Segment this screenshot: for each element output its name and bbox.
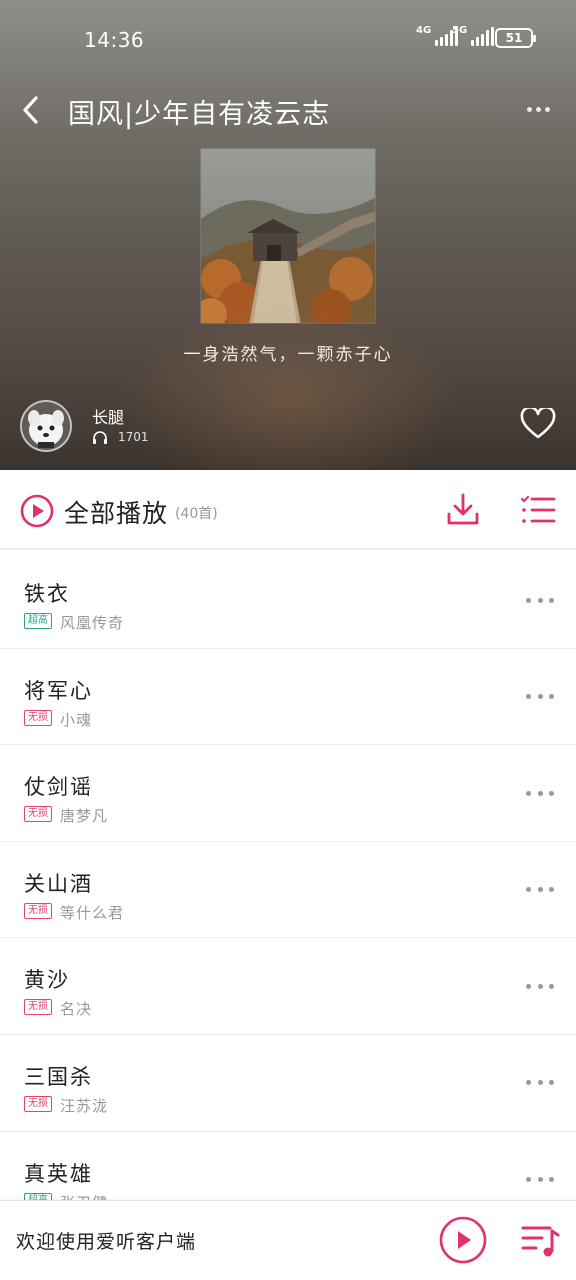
download-icon[interactable] [446, 492, 480, 528]
song-list: 铁衣 超高 风凰传奇 将军心 无损 小魂 仗剑谣 无损 唐梦凡 关山酒 无损 等… [0, 552, 576, 1200]
chevron-left-icon [23, 96, 38, 124]
song-item[interactable]: 黄沙 无损 名决 [0, 938, 576, 1035]
song-item[interactable]: 真英雄 超高 张卫健 [0, 1132, 576, 1200]
more-dots-icon [526, 1080, 531, 1086]
more-button[interactable] [518, 94, 558, 124]
playlist-header: 14:36 4G 5G 51 国风|少年自有凌云志 一身浩然气，一颗赤子心 长腿… [0, 0, 576, 470]
status-time: 14:36 [84, 28, 145, 52]
song-item[interactable]: 三国杀 无损 汪苏泷 [0, 1035, 576, 1132]
song-artist: 名决 [60, 1000, 93, 1019]
play-all-button[interactable]: 全部播放 [64, 494, 168, 530]
status-bar: 14:36 4G 5G 51 [0, 24, 576, 54]
song-title: 铁衣 [24, 582, 70, 606]
creator-avatar[interactable] [20, 400, 72, 452]
song-more-button[interactable] [526, 976, 554, 996]
song-item[interactable]: 将军心 无损 小魂 [0, 649, 576, 746]
more-dots-icon [526, 106, 532, 112]
cover-image [201, 149, 375, 323]
play-all-bar: 全部播放 (40首) [0, 470, 576, 550]
more-dots-icon [526, 694, 531, 700]
song-artist: 风凰传奇 [60, 614, 125, 632]
song-title: 关山酒 [24, 871, 93, 896]
song-title: 黄沙 [24, 968, 70, 993]
battery-icon: 51 [495, 28, 536, 48]
mini-player: 欢迎使用爱听客户端 [0, 1200, 576, 1280]
play-circle-icon[interactable] [438, 1215, 488, 1265]
creator-name[interactable]: 长腿 [92, 404, 124, 428]
signal-5g-icon: 5G [452, 26, 495, 46]
player-status-text: 欢迎使用爱听客户端 [16, 1231, 197, 1253]
listen-count: 1701 [92, 430, 149, 444]
song-more-button[interactable] [526, 783, 554, 803]
nav-bar: 国风|少年自有凌云志 [0, 86, 576, 134]
song-artist: 等什么君 [60, 903, 125, 922]
song-item[interactable]: 铁衣 超高 风凰传奇 [0, 552, 576, 649]
quality-badge: 无损 [24, 806, 52, 823]
song-item[interactable]: 仗剑谣 无损 唐梦凡 [0, 745, 576, 842]
more-dots-icon [526, 887, 531, 893]
back-button[interactable] [14, 90, 48, 130]
heart-icon [520, 406, 556, 439]
quality-badge: 超高 [24, 1192, 52, 1200]
quality-badge: 无损 [24, 999, 52, 1016]
song-artist: 唐梦凡 [60, 807, 109, 826]
checklist-icon[interactable] [520, 494, 556, 526]
headphones-icon [93, 431, 107, 444]
more-dots-icon [526, 1177, 531, 1183]
listen-count-value: 1701 [118, 430, 149, 444]
song-title: 将军心 [24, 678, 93, 703]
music-queue-icon[interactable] [520, 1223, 560, 1259]
more-dots-icon [526, 597, 531, 603]
quality-badge: 无损 [24, 902, 52, 919]
song-more-button[interactable] [526, 1170, 554, 1190]
like-button[interactable] [520, 406, 560, 442]
song-count: (40首) [175, 506, 218, 522]
song-artist: 汪苏泷 [60, 1096, 109, 1115]
playlist-title: 国风|少年自有凌云志 [68, 99, 331, 130]
song-title: 仗剑谣 [24, 775, 93, 800]
quality-badge: 无损 [24, 709, 52, 726]
more-dots-icon [526, 790, 531, 796]
song-more-button[interactable] [526, 590, 554, 610]
playlist-tagline: 一身浩然气，一颗赤子心 [183, 345, 393, 365]
song-item[interactable]: 关山酒 无损 等什么君 [0, 842, 576, 939]
song-artist: 小魂 [60, 710, 93, 729]
song-more-button[interactable] [526, 1073, 554, 1093]
song-title: 真英雄 [24, 1161, 93, 1186]
song-title: 三国杀 [24, 1064, 93, 1089]
song-artist: 张卫健 [60, 1192, 108, 1200]
quality-badge: 超高 [24, 613, 52, 629]
playlist-cover[interactable] [200, 148, 376, 324]
more-dots-icon [526, 983, 531, 989]
quality-badge: 无损 [24, 1095, 52, 1112]
song-more-button[interactable] [526, 880, 554, 900]
song-more-button[interactable] [526, 687, 554, 707]
play-circle-icon[interactable] [20, 494, 54, 528]
